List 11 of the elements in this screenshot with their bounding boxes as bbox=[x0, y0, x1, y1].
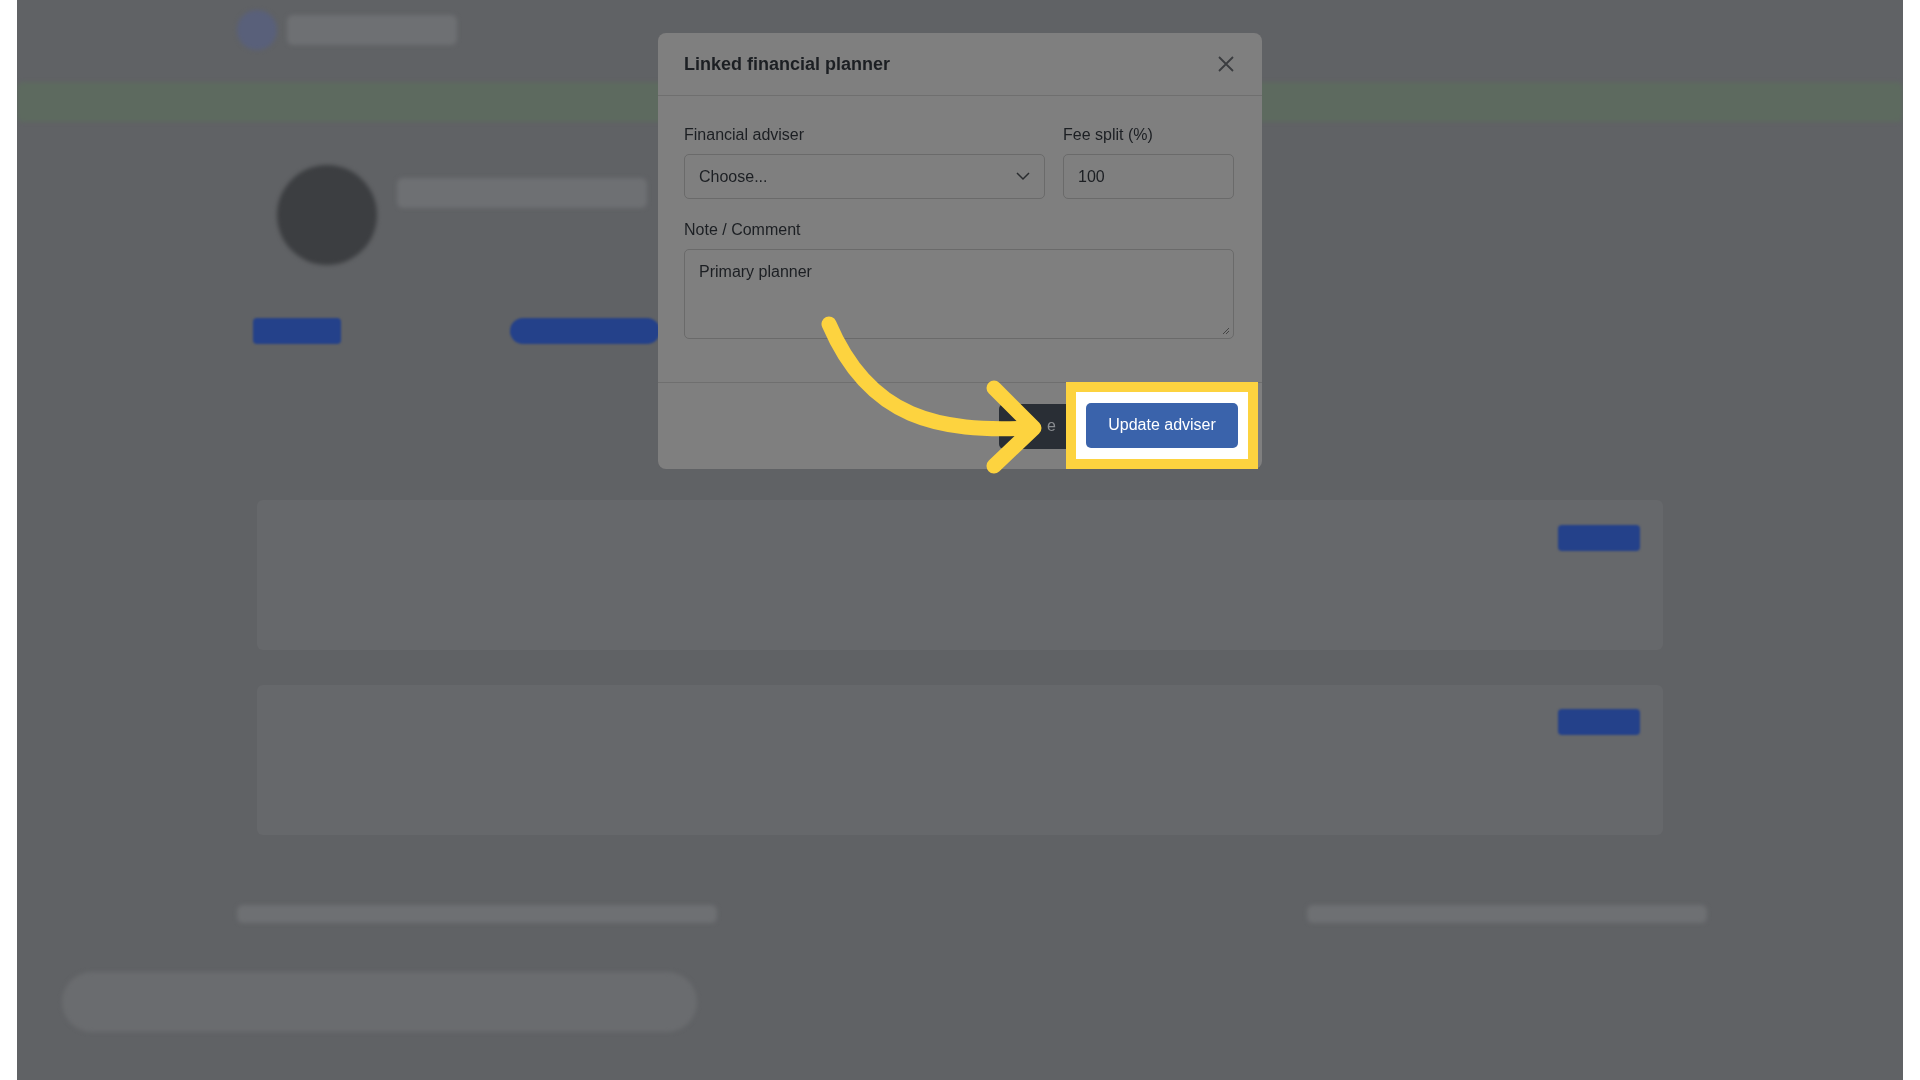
input-field[interactable]: 100 bbox=[1063, 154, 1234, 199]
adviser-select[interactable]: Choose... bbox=[684, 154, 1045, 199]
close-icon[interactable] bbox=[1216, 54, 1236, 74]
field-label: Financial adviser bbox=[684, 126, 806, 144]
dialog-title: Linked financial planner bbox=[684, 53, 891, 75]
comment-textarea[interactable]: Primary planner bbox=[684, 249, 1234, 339]
resize-grip-icon bbox=[1222, 327, 1230, 335]
field-label: Note / Comment bbox=[684, 221, 802, 239]
chevron-down-icon bbox=[1016, 172, 1030, 181]
field-label: Fee split (%) bbox=[1063, 126, 1154, 144]
update-button[interactable]: Update adviser bbox=[1086, 402, 1238, 448]
